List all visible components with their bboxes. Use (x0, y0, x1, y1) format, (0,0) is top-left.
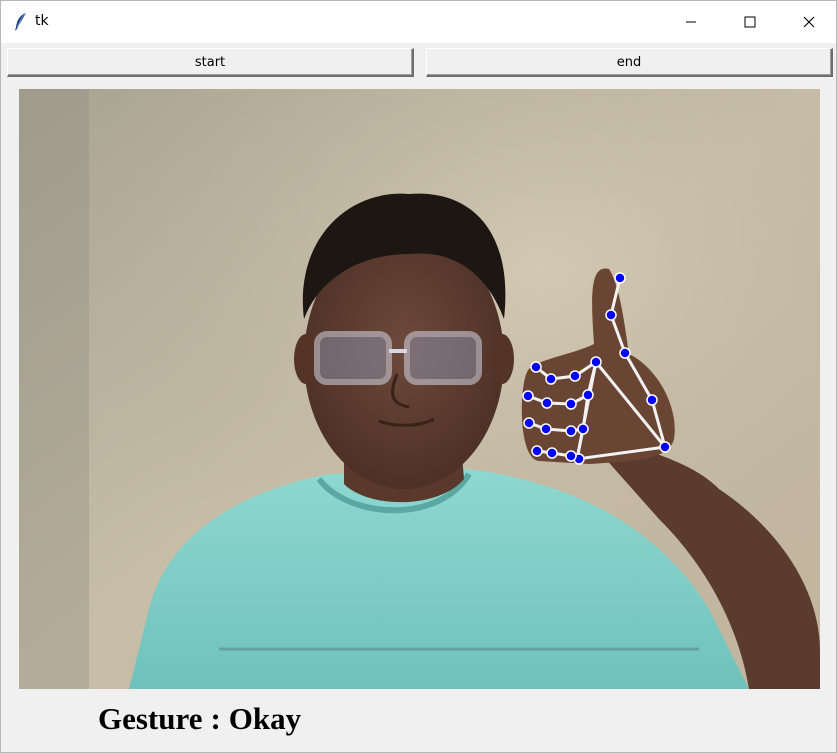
feather-icon (13, 12, 29, 32)
window-title: tk (35, 13, 49, 29)
close-icon (803, 16, 815, 28)
gesture-separator: : (210, 701, 221, 736)
maximize-icon (744, 16, 756, 28)
gesture-result: Gesture: Okay (98, 701, 301, 737)
title-bar[interactable]: tk (1, 1, 836, 43)
gesture-prefix: Gesture (98, 701, 203, 736)
camera-feed (19, 89, 820, 689)
app-window: tk start end Gesture: Okay (0, 0, 837, 753)
camera-frame-image (19, 89, 820, 689)
minimize-icon (685, 16, 697, 28)
close-button[interactable] (780, 1, 836, 43)
minimize-button[interactable] (662, 1, 720, 43)
maximize-button[interactable] (721, 1, 779, 43)
start-button[interactable]: start (7, 48, 414, 77)
gesture-value: Okay (228, 701, 302, 736)
end-button[interactable]: end (426, 48, 833, 77)
